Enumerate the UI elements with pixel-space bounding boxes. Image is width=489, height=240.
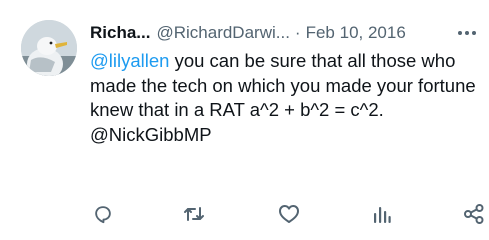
share-icon [463,203,485,225]
like-button[interactable] [276,201,302,227]
heart-icon [277,203,301,225]
reply-button[interactable] [90,201,116,227]
views-button[interactable] [369,201,395,227]
mention-text: @NickGibbMP [90,123,212,145]
retweet-button[interactable] [181,201,207,227]
avatar[interactable] [21,20,77,76]
more-dots-icon[interactable] [455,20,479,46]
mention-link[interactable]: @lilyallen [90,50,169,71]
separator-dot: · [294,23,301,42]
seagull-avatar-image [21,20,77,76]
views-icon [372,204,392,224]
share-button[interactable] [461,201,487,227]
action-bar [90,201,489,227]
tweet-date[interactable]: Feb 10, 2016 [306,20,406,46]
retweet-icon [182,203,206,225]
tweet-text: @lilyallen you can be sure that all thos… [90,49,482,147]
tweet[interactable]: Richa... @RichardDarwi... · Feb 10, 2016… [0,0,489,240]
author-handle[interactable]: @RichardDarwi... [156,20,289,46]
reply-icon [92,203,114,225]
author-name[interactable]: Richa... [90,20,150,46]
tweet-header: Richa... @RichardDarwi... · Feb 10, 2016 [90,20,485,46]
